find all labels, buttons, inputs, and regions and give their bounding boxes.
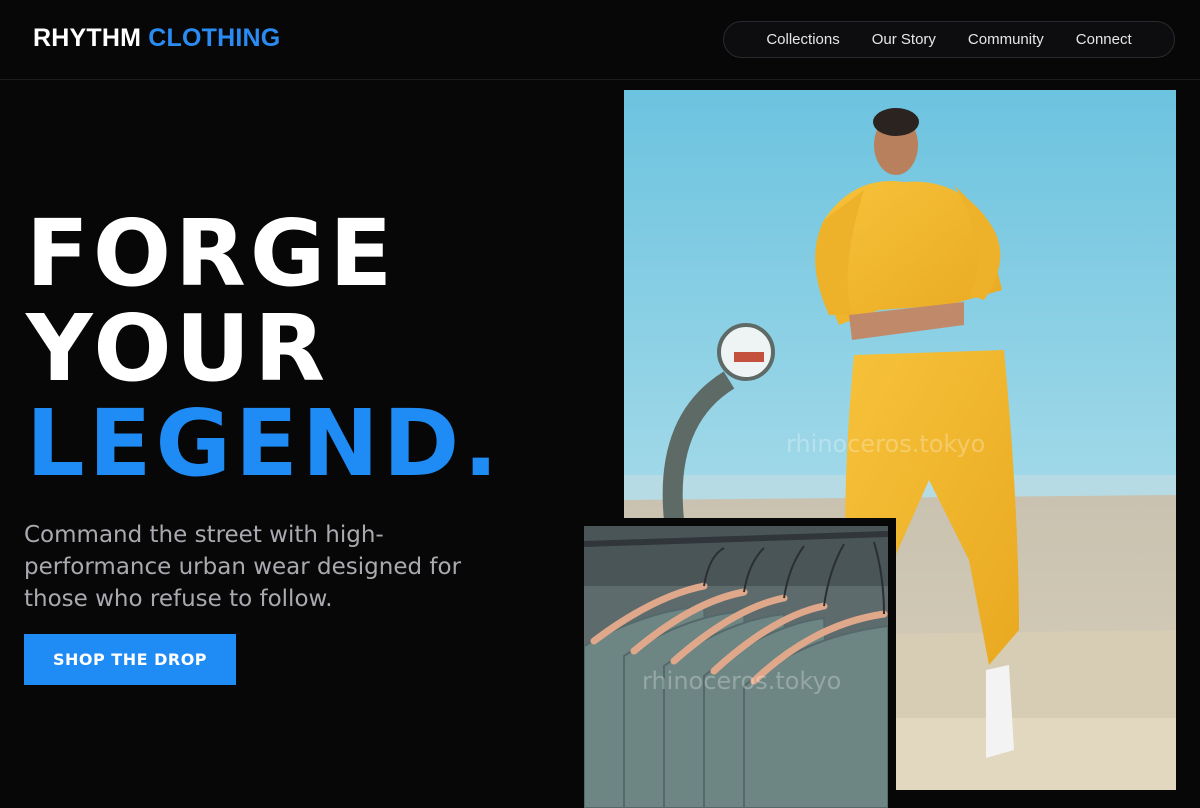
nav-item-collections[interactable]: Collections: [766, 31, 839, 48]
hero-title: FORGE YOUR LEGEND.: [26, 206, 502, 491]
hanging-shirts-photo: rhinoceros.tokyo: [584, 518, 896, 808]
site-header: RHYTHM CLOTHING Collections Our Story Co…: [0, 0, 1200, 80]
nav-item-connect[interactable]: Connect: [1076, 31, 1132, 48]
main-photo-watermark: rhinoceros.tokyo: [786, 430, 985, 458]
shop-the-drop-button[interactable]: SHOP THE DROP: [24, 634, 236, 685]
brand-name-primary: RHYTHM: [33, 24, 142, 52]
main-nav: Collections Our Story Community Connect: [723, 21, 1175, 58]
secondary-photo-watermark: rhinoceros.tokyo: [642, 667, 841, 695]
hero-title-line-1: FORGE: [26, 200, 397, 307]
nav-item-community[interactable]: Community: [968, 31, 1044, 48]
hero-title-line-2: YOUR: [26, 295, 330, 402]
hero-subtitle: Command the street with high-performance…: [24, 522, 462, 612]
nav-item-our-story[interactable]: Our Story: [872, 31, 936, 48]
hero-title-line-3: LEGEND.: [26, 390, 503, 497]
brand-logo[interactable]: RHYTHM CLOTHING: [33, 24, 280, 53]
brand-name-accent: CLOTHING: [148, 24, 281, 52]
